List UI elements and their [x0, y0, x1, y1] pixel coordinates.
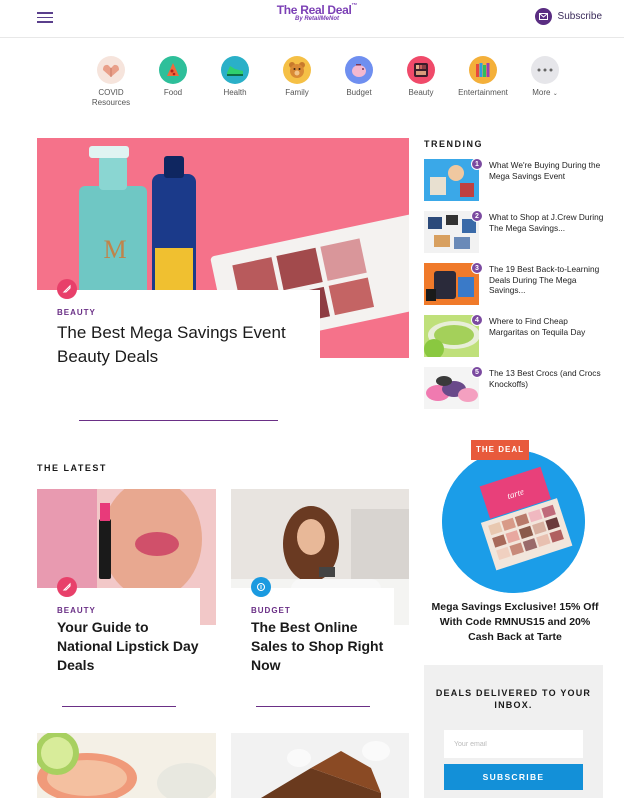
more-dots-icon [531, 56, 559, 84]
latest-card-1[interactable]: BEAUTY Your Guide to National Lipstick D… [37, 588, 200, 688]
trending-rank: 2 [471, 210, 483, 222]
category-beauty[interactable]: Beauty [390, 56, 452, 108]
card-divider [256, 706, 370, 707]
category-covid[interactable]: COVID Resources [80, 56, 142, 108]
lipstick-icon [57, 279, 77, 299]
deal-tag: THE DEAL [471, 440, 529, 460]
newsletter-box: DEALS DELIVERED TO YOUR INBOX. SUBSCRIBE [424, 665, 603, 798]
mail-icon [534, 8, 552, 25]
category-label: Budget [346, 88, 372, 97]
card-title[interactable]: Your Guide to National Lipstick Day Deal… [57, 618, 200, 675]
category-health[interactable]: Health [204, 56, 266, 108]
menu-icon[interactable] [37, 12, 53, 23]
latest-card-image-pie[interactable] [231, 733, 409, 798]
category-food[interactable]: Food [142, 56, 204, 108]
svg-text:M: M [103, 235, 126, 264]
card-title[interactable]: The Best Online Sales to Shop Right Now [251, 618, 394, 675]
lipstick-icon [57, 577, 77, 597]
subscribe-label: Subscribe [557, 11, 602, 22]
category-label: Beauty [408, 88, 434, 97]
category-label: Food [163, 88, 183, 97]
logo-text: The Real Deal [276, 3, 352, 17]
category-label: Health [223, 88, 247, 97]
site-logo[interactable]: The Real Deal™ By RetailMeNot [270, 3, 364, 22]
deal-image[interactable]: tarte [442, 450, 585, 593]
trending-title[interactable]: What to Shop at J.Crew During The Mega S… [489, 212, 604, 233]
pizza-icon [159, 56, 187, 84]
sneaker-icon [221, 56, 249, 84]
category-entertainment[interactable]: Entertainment [452, 56, 514, 108]
card-divider [62, 706, 176, 707]
category-label: COVID Resources [91, 88, 131, 107]
latest-heading: THE LATEST [37, 463, 107, 473]
subscribe-link[interactable]: Subscribe [534, 8, 602, 25]
heart-hands-icon [97, 56, 125, 84]
category-budget[interactable]: Budget [328, 56, 390, 108]
trending-title[interactable]: What We're Buying During the Mega Saving… [489, 160, 604, 181]
email-field[interactable] [444, 730, 583, 758]
trending-item-4[interactable]: 4 Where to Find Cheap Margaritas on Tequ… [424, 314, 604, 357]
site-header: The Real Deal™ By RetailMeNot Subscribe [0, 0, 624, 38]
category-nav: COVID Resources Food Health Family Budge… [80, 56, 576, 108]
trending-title[interactable]: The 13 Best Crocs (and Crocs Knockoffs) [489, 368, 604, 389]
card-category[interactable]: BEAUTY [57, 606, 200, 615]
trending-heading: TRENDING [424, 139, 483, 149]
newsletter-heading: DEALS DELIVERED TO YOUR INBOX. [435, 688, 592, 710]
card-category[interactable]: BUDGET [251, 606, 394, 615]
category-more[interactable]: More ⌄ [514, 56, 576, 108]
hero-card[interactable]: BEAUTY The Best Mega Savings Event Beaut… [37, 290, 320, 390]
trending-rank: 5 [471, 366, 483, 378]
trending-item-2[interactable]: 2 What to Shop at J.Crew During The Mega… [424, 210, 604, 253]
subscribe-button[interactable]: SUBSCRIBE [444, 764, 583, 790]
trending-title[interactable]: The 19 Best Back-to-Learning Deals Durin… [489, 264, 604, 296]
hero-divider [79, 420, 278, 421]
piggy-bank-icon [345, 56, 373, 84]
trending-rank: 3 [471, 262, 483, 274]
trending-title[interactable]: Where to Find Cheap Margaritas on Tequil… [489, 316, 604, 337]
hero-category[interactable]: BEAUTY [57, 308, 300, 317]
category-family[interactable]: Family [266, 56, 328, 108]
category-label: More ⌄ [532, 88, 558, 97]
category-label: Entertainment [458, 88, 508, 97]
trending-rank: 1 [471, 158, 483, 170]
books-icon [469, 56, 497, 84]
trending-item-3[interactable]: 3 The 19 Best Back-to-Learning Deals Dur… [424, 262, 604, 305]
latest-card-2[interactable]: BUDGET The Best Online Sales to Shop Rig… [231, 588, 394, 688]
teddy-bear-icon [283, 56, 311, 84]
deal-description[interactable]: Mega Savings Exclusive! 15% Off With Cod… [426, 600, 604, 645]
budget-coin-icon [251, 577, 271, 597]
trending-item-1[interactable]: 1 What We're Buying During the Mega Savi… [424, 158, 604, 201]
latest-card-image-margarita[interactable] [37, 733, 216, 798]
trending-item-5[interactable]: 5 The 13 Best Crocs (and Crocs Knockoffs… [424, 366, 604, 409]
hero-title[interactable]: The Best Mega Savings Event Beauty Deals [57, 321, 300, 369]
trending-rank: 4 [471, 314, 483, 326]
category-label: Family [285, 88, 309, 97]
eyeshadow-palette-icon [407, 56, 435, 84]
